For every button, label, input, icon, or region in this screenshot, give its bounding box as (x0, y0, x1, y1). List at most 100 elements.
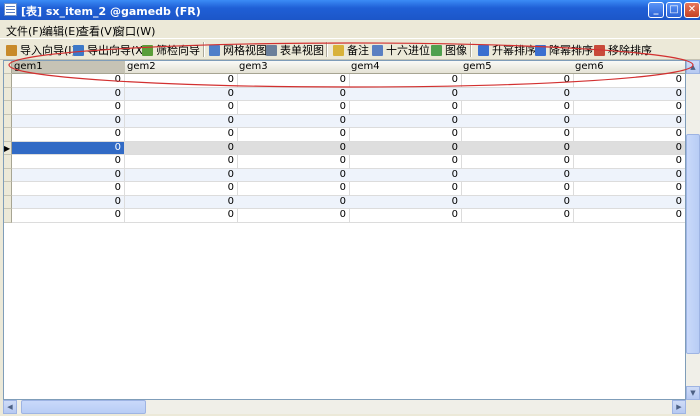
grid-cell[interactable]: 0 (237, 128, 350, 142)
grid-cell[interactable]: 0 (125, 128, 238, 142)
grid-cell[interactable]: 0 (125, 114, 238, 128)
scroll-right-icon[interactable]: ▶ (672, 400, 686, 414)
export-button[interactable]: 导出向导(X) (73, 43, 147, 57)
menu-view[interactable]: 查看(V) (78, 23, 116, 39)
column-header-gem4[interactable]: gem4 (349, 61, 462, 74)
grid-cell[interactable]: 0 (125, 155, 238, 169)
grid-cell[interactable]: 0 (461, 141, 574, 155)
grid-cell[interactable]: 0 (461, 74, 574, 88)
grid-cell[interactable]: 0 (125, 168, 238, 182)
row-indicator[interactable] (4, 87, 12, 101)
remove-sort-button[interactable]: 移除排序 (594, 43, 652, 57)
grid-cell[interactable]: 0 (349, 128, 462, 142)
row-indicator[interactable] (4, 101, 12, 115)
grid-cell[interactable]: 0 (125, 101, 238, 115)
grid-cell[interactable]: 0 (461, 168, 574, 182)
memo-button[interactable]: 备注 (333, 43, 369, 57)
grid-cell[interactable]: 0 (461, 114, 574, 128)
grid-cell[interactable]: 0 (573, 195, 685, 209)
scroll-up-icon[interactable]: ▲ (686, 60, 700, 74)
grid-cell[interactable]: 0 (461, 128, 574, 142)
column-header-gem1[interactable]: gem1 (12, 61, 125, 74)
grid-cell[interactable]: 0 (237, 209, 350, 223)
row-indicator[interactable] (4, 195, 12, 209)
grid-cell[interactable]: 0 (573, 182, 685, 196)
menu-edit[interactable]: 编辑(E) (42, 23, 80, 39)
grid-cell[interactable]: 0 (12, 182, 125, 196)
row-indicator[interactable]: ▶ (4, 141, 12, 155)
grid-cell[interactable]: 0 (237, 168, 350, 182)
sort-desc-button[interactable]: 降幂排序 (535, 43, 593, 57)
grid-cell[interactable]: 0 (237, 182, 350, 196)
grid-cell[interactable]: 0 (12, 101, 125, 115)
grid-cell[interactable]: 0 (12, 87, 125, 101)
image-button[interactable]: 图像 (431, 43, 467, 57)
grid-cell[interactable]: 0 (237, 195, 350, 209)
grid-cell[interactable]: 0 (461, 87, 574, 101)
grid-cell[interactable]: 0 (573, 101, 685, 115)
grid-cell[interactable]: 0 (573, 87, 685, 101)
row-indicator[interactable] (4, 74, 12, 88)
grid-cell[interactable]: 0 (349, 168, 462, 182)
grid-cell[interactable]: 0 (461, 101, 574, 115)
grid-cell[interactable]: 0 (349, 74, 462, 88)
grid-cell[interactable]: 0 (349, 101, 462, 115)
grid-cell[interactable]: 0 (461, 182, 574, 196)
grid-cell[interactable]: 0 (237, 74, 350, 88)
grid-cell[interactable]: 0 (12, 141, 125, 155)
grid-cell[interactable]: 0 (237, 114, 350, 128)
grid-cell[interactable]: 0 (12, 155, 125, 169)
horizontal-scrollbar[interactable]: ◀ ▶ (3, 400, 686, 414)
grid-cell[interactable]: 0 (349, 195, 462, 209)
grid-cell[interactable]: 0 (125, 209, 238, 223)
column-header-gem3[interactable]: gem3 (237, 61, 350, 74)
hex-button[interactable]: 十六进位 (372, 43, 430, 57)
row-indicator[interactable] (4, 209, 12, 223)
grid-cell[interactable]: 0 (573, 128, 685, 142)
grid-cell[interactable]: 0 (12, 168, 125, 182)
minimize-button[interactable]: _ (648, 2, 664, 18)
grid-cell[interactable]: 0 (573, 114, 685, 128)
grid-cell[interactable]: 0 (349, 87, 462, 101)
form-view-button[interactable]: 表单视图 (266, 43, 324, 57)
scroll-down-icon[interactable]: ▼ (686, 386, 700, 400)
menu-window[interactable]: 窗口(W) (114, 23, 155, 39)
grid-cell[interactable]: 0 (461, 195, 574, 209)
grid-cell[interactable]: 0 (237, 101, 350, 115)
grid-cell[interactable]: 0 (349, 141, 462, 155)
row-indicator[interactable] (4, 155, 12, 169)
import-button[interactable]: 导入向导(I) (6, 43, 76, 57)
row-indicator[interactable] (4, 114, 12, 128)
menu-file[interactable]: 文件(F) (6, 23, 43, 39)
column-header-gem6[interactable]: gem6 (573, 61, 685, 74)
filter-button[interactable]: 筛检向导 (142, 43, 200, 57)
grid-cell[interactable]: 0 (349, 114, 462, 128)
row-indicator[interactable] (4, 182, 12, 196)
grid-cell[interactable]: 0 (349, 155, 462, 169)
grid-cell[interactable]: 0 (573, 155, 685, 169)
column-header-gem5[interactable]: gem5 (461, 61, 574, 74)
grid-cell[interactable]: 0 (125, 74, 238, 88)
sort-asc-button[interactable]: 升幂排序 (478, 43, 536, 57)
grid-cell[interactable]: 0 (12, 209, 125, 223)
column-header-gem2[interactable]: gem2 (125, 61, 238, 74)
grid-cell[interactable]: 0 (461, 155, 574, 169)
grid-cell[interactable]: 0 (237, 155, 350, 169)
grid-cell[interactable]: 0 (125, 141, 238, 155)
row-indicator[interactable] (4, 168, 12, 182)
close-button[interactable]: ✕ (684, 2, 700, 18)
grid-cell[interactable]: 0 (237, 87, 350, 101)
grid-cell[interactable]: 0 (12, 114, 125, 128)
grid-cell[interactable]: 0 (573, 168, 685, 182)
grid-cell[interactable]: 0 (125, 182, 238, 196)
grid-cell[interactable]: 0 (461, 209, 574, 223)
grid-cell[interactable]: 0 (12, 195, 125, 209)
grid-cell[interactable]: 0 (573, 74, 685, 88)
data-grid[interactable]: gem1 gem2 gem3 gem4 gem5 gem6 0 0 0 0 0 0 0 0 0 0 0 0 0 0 0 0… (3, 60, 686, 400)
horizontal-scroll-thumb[interactable] (21, 400, 146, 414)
vertical-scrollbar[interactable]: ▲ ▼ (686, 60, 700, 400)
grid-view-button[interactable]: 网格视图 (209, 43, 267, 57)
row-indicator[interactable] (4, 128, 12, 142)
grid-cell[interactable]: 0 (573, 209, 685, 223)
vertical-scroll-thumb[interactable] (686, 134, 700, 354)
